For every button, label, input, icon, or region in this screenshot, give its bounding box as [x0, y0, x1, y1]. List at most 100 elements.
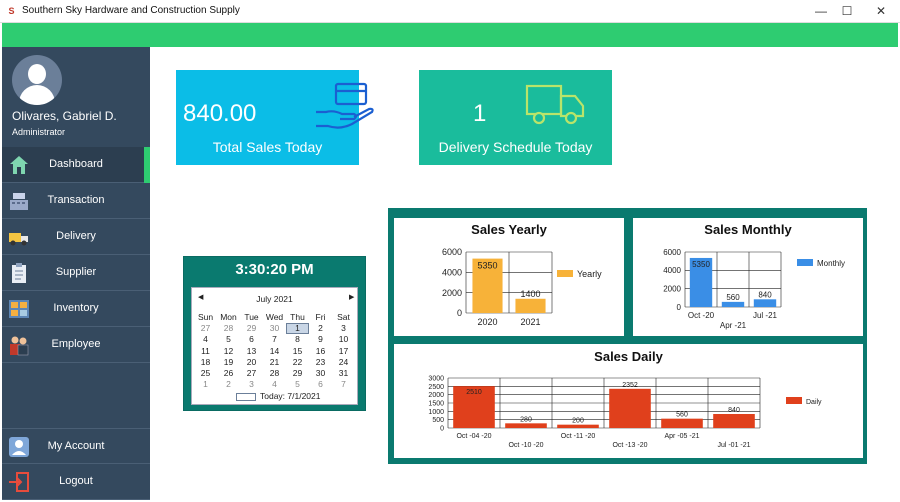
nav-item-logout[interactable]: Logout	[2, 464, 150, 500]
bar	[661, 418, 703, 428]
calendar-day[interactable]: 7	[332, 379, 355, 390]
x-tick-label: Oct -10 -20	[508, 442, 543, 449]
calendar-day[interactable]: 28	[263, 368, 286, 379]
total-sales-value: 840.00	[183, 100, 257, 127]
calendar-day[interactable]: 23	[309, 357, 332, 368]
calendar-next-button[interactable]: ▶	[349, 293, 354, 301]
calendar-day[interactable]: 19	[217, 357, 240, 368]
delivery-schedule-card: 1 Delivery Schedule Today	[419, 70, 612, 165]
total-sales-card: 840.00 Total Sales Today	[176, 70, 374, 165]
calendar-day[interactable]: 27	[240, 368, 263, 379]
calendar-today-label: Today: 7/1/2021	[260, 391, 321, 401]
calendar-day[interactable]: 26	[217, 368, 240, 379]
bar	[721, 301, 745, 307]
sidebar: Olivares, Gabriel D. Administrator Dashb…	[2, 47, 150, 500]
nav-item-dashboard[interactable]: Dashboard	[2, 147, 150, 183]
calendar-weekday: Sat	[337, 312, 350, 322]
calendar-day[interactable]: 14	[263, 346, 286, 357]
data-label: 2510	[466, 389, 482, 396]
calendar-day[interactable]: 2	[309, 323, 332, 334]
maximize-button[interactable]: ☐	[832, 2, 862, 20]
calendar-day[interactable]: 2	[217, 379, 240, 390]
nav-item-my-account[interactable]: My Account	[2, 428, 150, 464]
nav-item-delivery[interactable]: Delivery	[2, 219, 150, 255]
calendar-day[interactable]: 12	[217, 346, 240, 357]
y-tick-label: 2500	[428, 384, 444, 391]
y-tick-label: 4000	[663, 266, 681, 275]
data-label: 200	[572, 418, 584, 425]
calendar-day[interactable]: 7	[263, 334, 286, 345]
nav-item-inventory[interactable]: Inventory	[2, 291, 150, 327]
sales-monthly-chart: Sales Monthly 0 2000 4000 6000 5350 Oct -20 56…	[633, 218, 863, 336]
calendar-day[interactable]: 30	[309, 368, 332, 379]
data-label: 840	[758, 290, 772, 299]
calendar-day[interactable]: 30	[263, 323, 286, 334]
x-tick-label: Oct -04 -20	[456, 433, 491, 440]
calendar-day[interactable]: 22	[286, 357, 309, 368]
calendar-day[interactable]: 6	[309, 379, 332, 390]
y-tick-label: 6000	[663, 248, 681, 257]
calendar-day[interactable]: 18	[194, 357, 217, 368]
calendar-weekday: Sun	[197, 312, 214, 322]
calendar-weekday: Mon	[220, 312, 237, 322]
calendar-day[interactable]: 6	[240, 334, 263, 345]
calendar-today-link[interactable]: Today: 7/1/2021	[236, 391, 321, 401]
y-tick-label: 0	[677, 303, 682, 312]
calendar-day[interactable]: 25	[194, 368, 217, 379]
calendar-day[interactable]: 3	[332, 323, 355, 334]
nav-item-transaction[interactable]: Transaction	[2, 183, 150, 219]
nav-label-dashboard: Dashboard	[49, 158, 103, 170]
clock-panel: 3:30:20 PM ◀ July 2021 ▶ Sun Mon Tue Wed Thu…	[183, 256, 366, 411]
x-tick-label: 2020	[477, 317, 497, 327]
calendar-month-label[interactable]: July 2021	[192, 294, 357, 304]
x-tick-label: Apr -05 -21	[664, 433, 699, 440]
calendar-day[interactable]: 5	[286, 379, 309, 390]
calendar-day[interactable]: 28	[217, 323, 240, 334]
y-tick-label: 6000	[442, 247, 462, 257]
calendar-day[interactable]: 27	[194, 323, 217, 334]
calendar-day[interactable]: 11	[194, 346, 217, 357]
nav-item-employee[interactable]: Employee	[2, 327, 150, 363]
calendar-day[interactable]: 8	[286, 334, 309, 345]
month-calendar[interactable]: ◀ July 2021 ▶ Sun Mon Tue Wed Thu Fri Sat 27 28 2…	[191, 287, 358, 405]
x-tick-label: Oct -13 -20	[612, 442, 647, 449]
calendar-day[interactable]: 20	[240, 357, 263, 368]
calendar-day[interactable]: 16	[309, 346, 332, 357]
sales-charts-panel: Sales Yearly 0 2000 4000 6000 5350 2020 1400 20…	[388, 208, 867, 464]
calendar-day[interactable]: 3	[240, 379, 263, 390]
delivery-schedule-value: 1	[473, 100, 487, 127]
y-tick-label: 0	[457, 308, 462, 318]
calendar-day[interactable]: 17	[332, 346, 355, 357]
data-label: 560	[676, 412, 688, 419]
calendar-day[interactable]: 1	[194, 379, 217, 390]
calendar-day[interactable]: 21	[263, 357, 286, 368]
calendar-day[interactable]: 4	[263, 379, 286, 390]
data-label: 560	[726, 293, 740, 302]
close-button[interactable]: ✕	[866, 2, 896, 20]
calendar-weekday: Wed	[265, 312, 284, 322]
calendar-grid: Sun Mon Tue Wed Thu Fri Sat 27 28 29 30 1 2 3 4 5 6 7 8 9 10…	[194, 312, 355, 390]
y-tick-label: 2000	[663, 284, 681, 293]
calendar-day[interactable]: 10	[332, 334, 355, 345]
user-name: Olivares, Gabriel D.	[12, 109, 117, 123]
calendar-day[interactable]: 1	[286, 323, 309, 335]
legend-swatch	[557, 270, 573, 277]
nav-label-inventory: Inventory	[53, 302, 99, 314]
nav-label-delivery: Delivery	[56, 230, 96, 242]
calendar-day[interactable]: 4	[194, 334, 217, 345]
y-tick-label: 500	[432, 417, 444, 424]
calendar-day[interactable]: 31	[332, 368, 355, 379]
y-tick-label: 2000	[442, 288, 462, 298]
calendar-day[interactable]: 9	[309, 334, 332, 345]
calendar-day[interactable]: 5	[217, 334, 240, 345]
calendar-day[interactable]: 24	[332, 357, 355, 368]
calendar-day[interactable]: 15	[286, 346, 309, 357]
clock-time: 3:30:20 PM	[235, 261, 314, 278]
calendar-day[interactable]: 13	[240, 346, 263, 357]
sales-monthly-plot: 0 2000 4000 6000 5350 Oct -20 560 Apr -21 840 Jul…	[663, 248, 845, 330]
y-tick-label: 1000	[428, 409, 444, 416]
nav-label-logout: Logout	[59, 475, 93, 487]
calendar-day[interactable]: 29	[240, 323, 263, 334]
nav-item-supplier[interactable]: Supplier	[2, 255, 150, 291]
calendar-day[interactable]: 29	[286, 368, 309, 379]
